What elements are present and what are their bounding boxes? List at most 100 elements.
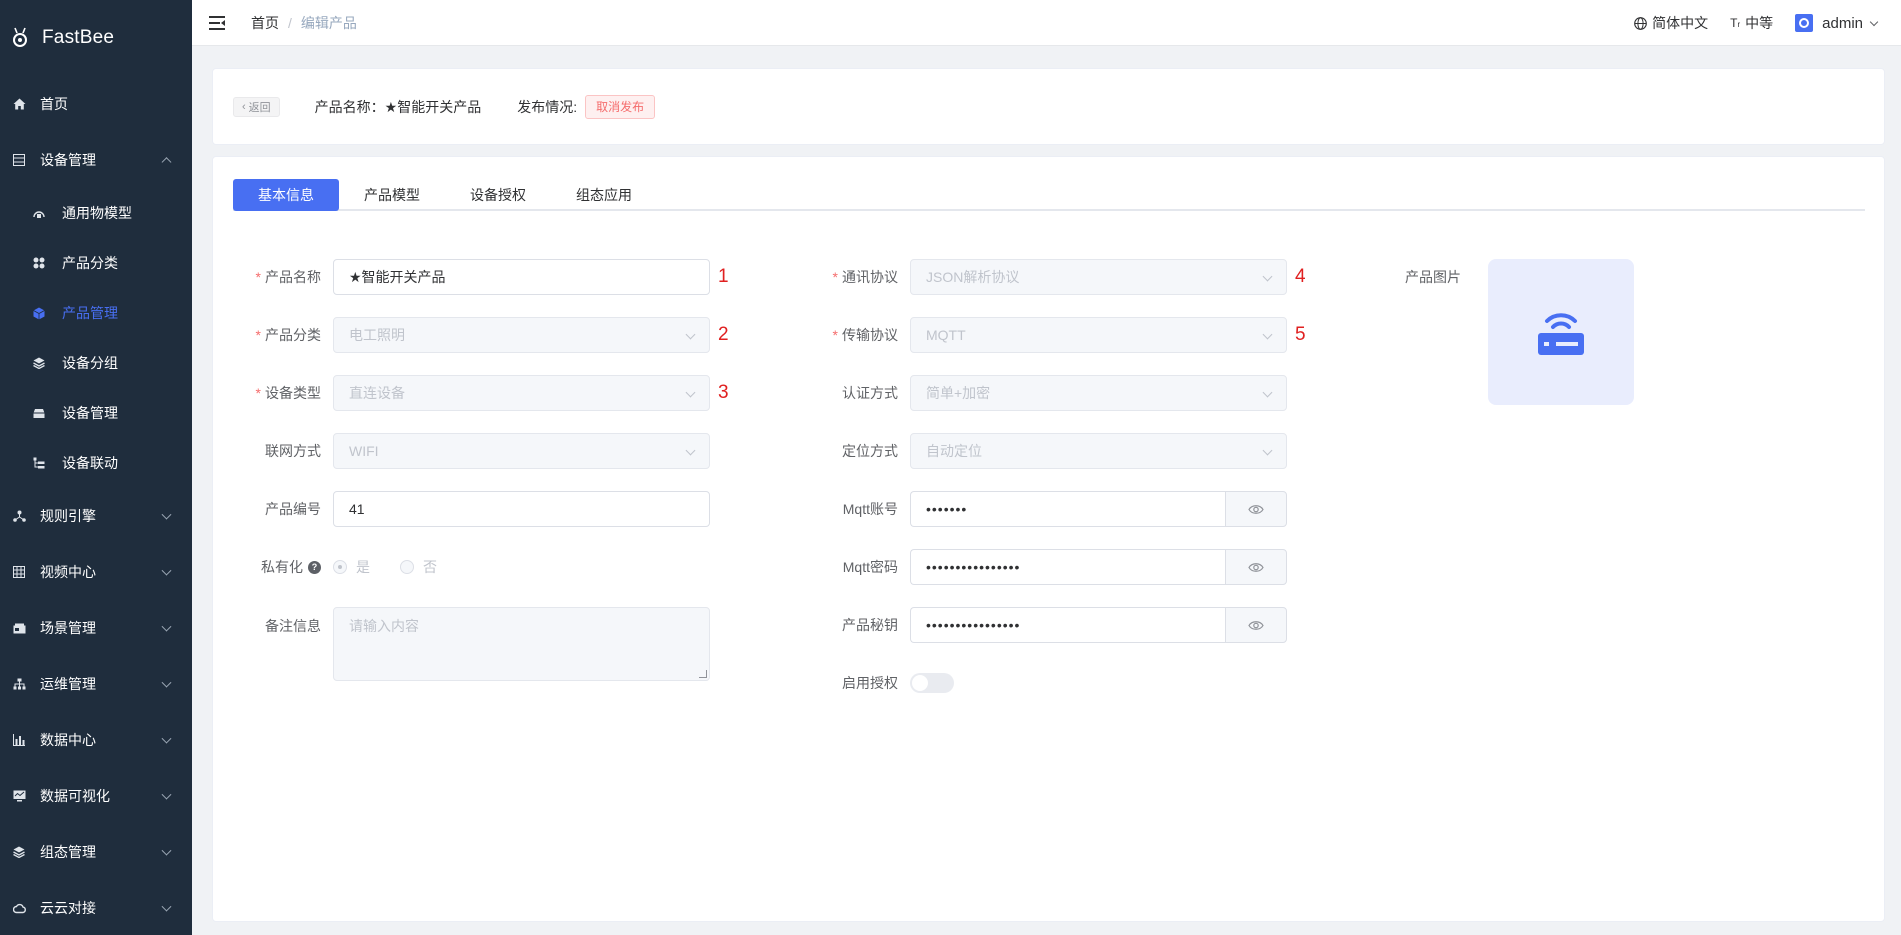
edit-product-card: 基本信息 产品模型 设备授权 组态应用 * 产品名称 ★智能开关产品 1 * 产品分… (212, 156, 1885, 922)
sidebar-item-product-category[interactable]: 产品分类 (0, 238, 192, 288)
sidebar-item-label: 运维管理 (40, 676, 96, 692)
show-mqtt-password-button[interactable] (1225, 549, 1287, 585)
router-icon (1538, 313, 1584, 355)
auth-mode-select[interactable]: 简单+加密 (910, 375, 1287, 411)
sidebar-item-label: 产品分类 (62, 255, 118, 271)
globe-icon (1634, 16, 1647, 30)
annotation-1: 1 (718, 266, 729, 287)
help-icon[interactable]: ? (308, 560, 321, 574)
chevron-down-icon (161, 621, 172, 632)
sidebar-item-device-list[interactable]: 设备管理 (0, 388, 192, 438)
annotation-2: 2 (718, 324, 729, 345)
sidebar-item-rule-engine[interactable]: 规则引擎 (0, 488, 192, 544)
sidebar-item-ops-management[interactable]: 运维管理 (0, 656, 192, 712)
remark-placeholder: 请输入内容 (349, 618, 419, 634)
form-row-enable-auth: 启用授权 (810, 665, 954, 701)
sidebar-item-video-center[interactable]: 视频中心 (0, 544, 192, 600)
sidebar-item-device-management[interactable]: 设备管理 (0, 132, 192, 188)
form-row-device-type: * 设备类型 直连设备 3 (233, 375, 729, 411)
network-label: 联网方式 (265, 443, 321, 459)
locate-mode-value: 自动定位 (926, 443, 982, 459)
radio-no[interactable]: 否 (400, 557, 437, 577)
sidebar-item-configuration[interactable]: 组态管理 (0, 824, 192, 880)
tab-device-auth[interactable]: 设备授权 (445, 179, 551, 211)
chevron-down-icon (1262, 445, 1273, 456)
chevron-down-icon (161, 733, 172, 744)
device-type-value: 直连设备 (349, 385, 405, 401)
product-image[interactable] (1488, 259, 1634, 405)
remark-textarea[interactable]: 请输入内容 (333, 607, 710, 681)
sidebar-item-data-center[interactable]: 数据中心 (0, 712, 192, 768)
user-menu[interactable]: admin (1795, 14, 1879, 32)
device-type-label: 设备类型 (265, 385, 321, 401)
form-row-protocol: * 通讯协议 JSON解析协议 4 (810, 259, 1306, 295)
auth-mode-label: 认证方式 (842, 385, 898, 401)
mqtt-account-group: ••••••• (910, 491, 1287, 527)
back-button[interactable]: ‹ 返回 (233, 96, 280, 117)
show-mqtt-account-button[interactable] (1225, 491, 1287, 527)
publish-status-label: 发布情况: (517, 98, 578, 115)
language-switch[interactable]: 简体中文 (1634, 13, 1708, 33)
sidebar-item-data-visualization[interactable]: 数据可视化 (0, 768, 192, 824)
chevron-down-icon (685, 329, 696, 340)
sidebar-item-label: 数据可视化 (40, 788, 110, 804)
top-header: 首页 / 编辑产品 简体中文 Tr 中等 admin (192, 0, 1901, 46)
sidebar-item-label: 云云对接 (40, 900, 96, 916)
eye-icon (1248, 620, 1264, 630)
sidebar-item-device-group[interactable]: 设备分组 (0, 338, 192, 388)
transport-label: 传输协议 (842, 327, 898, 343)
group-icon (32, 356, 46, 370)
language-label: 简体中文 (1652, 15, 1709, 31)
image-label: 产品图片 (1405, 269, 1461, 285)
protocol-select[interactable]: JSON解析协议 (910, 259, 1287, 295)
logo[interactable]: FastBee (0, 0, 192, 76)
show-product-secret-button[interactable] (1225, 607, 1287, 643)
product-name-input[interactable]: ★智能开关产品 (333, 259, 710, 295)
private-label: 私有化 (261, 559, 303, 575)
sidebar-item-cloud-docking[interactable]: 云云对接 (0, 880, 192, 935)
product-no-input[interactable]: 41 (333, 491, 710, 527)
form-row-locate-mode: 定位方式 自动定位 (810, 433, 1287, 469)
product-icon (32, 306, 46, 320)
category-value: 电工照明 (349, 327, 405, 343)
enable-auth-switch[interactable] (910, 673, 954, 693)
resize-handle[interactable] (699, 670, 707, 678)
sidebar-item-scene-management[interactable]: 场景管理 (0, 600, 192, 656)
sidebar-item-thing-model[interactable]: 通用物模型 (0, 188, 192, 238)
fastbee-logo-icon (13, 27, 27, 47)
transport-select[interactable]: MQTT (910, 317, 1287, 353)
tab-config-app[interactable]: 组态应用 (551, 179, 657, 211)
breadcrumb-current: 编辑产品 (300, 14, 357, 31)
app-name: FastBee (42, 27, 115, 48)
breadcrumb-home[interactable]: 首页 (251, 13, 279, 33)
product-name-label: 产品名称 (265, 269, 321, 285)
chevron-down-icon (685, 445, 696, 456)
chevron-down-icon (161, 677, 172, 688)
transport-value: MQTT (926, 327, 966, 343)
mqtt-account-input[interactable]: ••••••• (910, 491, 1225, 527)
radio-yes[interactable]: 是 (333, 557, 370, 577)
sidebar-item-home[interactable]: 首页 (0, 76, 192, 132)
home-icon (12, 97, 26, 111)
category-select[interactable]: 电工照明 (333, 317, 710, 353)
device-type-select[interactable]: 直连设备 (333, 375, 710, 411)
sidebar-item-product-management[interactable]: 产品管理 (0, 288, 192, 338)
network-select[interactable]: WIFI (333, 433, 710, 469)
sidebar-item-label: 规则引擎 (40, 508, 96, 524)
size-switch[interactable]: Tr 中等 (1730, 13, 1773, 33)
publish-status-badge[interactable]: 取消发布 (585, 94, 656, 119)
data-icon (12, 733, 26, 747)
menu-toggle-icon[interactable] (209, 15, 225, 30)
product-secret-input[interactable]: •••••••••••••••• (910, 607, 1225, 643)
locate-mode-select[interactable]: 自动定位 (910, 433, 1287, 469)
category-icon (32, 256, 46, 270)
radio-button (400, 560, 414, 574)
mqtt-password-input[interactable]: •••••••••••••••• (910, 549, 1225, 585)
tab-basic-info[interactable]: 基本信息 (233, 179, 339, 211)
product-name-label: 产品名称： (314, 98, 385, 115)
form-row-mqtt-password: Mqtt密码 •••••••••••••••• (810, 549, 1287, 585)
sidebar-item-label: 产品管理 (62, 305, 118, 321)
tab-product-model[interactable]: 产品模型 (339, 179, 445, 211)
sidebar-item-device-linkage[interactable]: 设备联动 (0, 438, 192, 488)
eye-icon (1248, 562, 1264, 572)
